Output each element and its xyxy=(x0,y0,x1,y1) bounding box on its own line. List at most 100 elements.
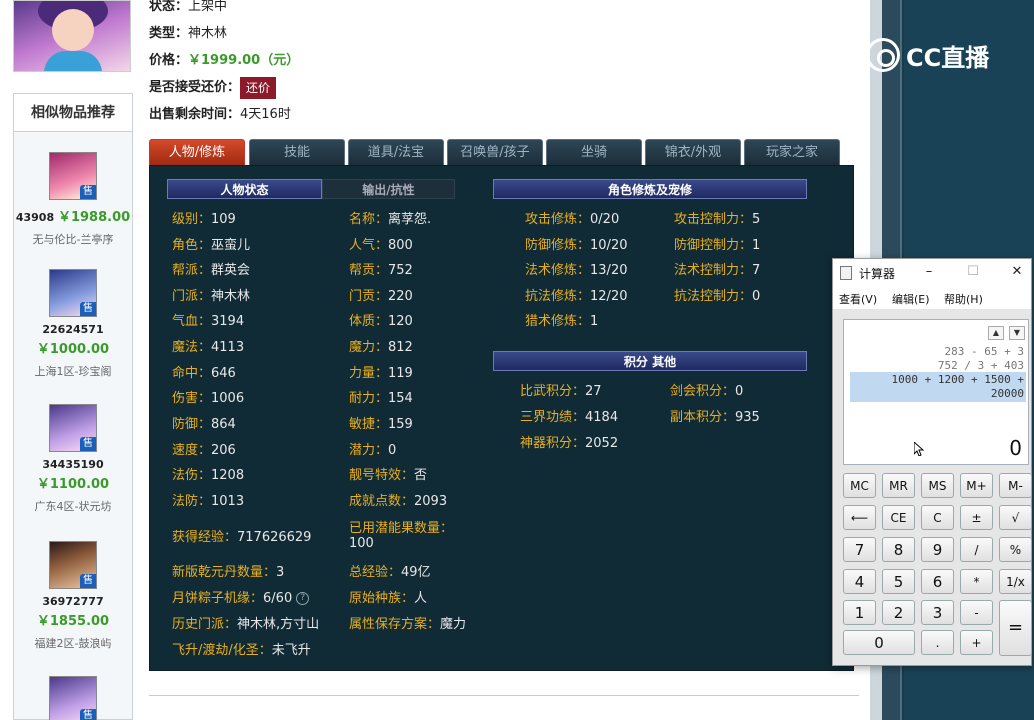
close-icon[interactable]: ✕ xyxy=(1007,263,1027,281)
stat-label: 总经验： xyxy=(349,565,402,580)
stat-label: 魔法： xyxy=(172,340,212,355)
history-line[interactable]: 20000 xyxy=(991,387,1024,400)
stat-label: 力量： xyxy=(349,366,389,381)
haggle-button[interactable]: 还价 xyxy=(240,76,277,99)
tab-mounts[interactable]: 坐骑 xyxy=(546,139,642,165)
stat-row: 角色：巫蛮儿 xyxy=(172,234,250,253)
key-add-button[interactable]: + xyxy=(960,630,993,655)
list-item[interactable]: 售 22624571 ￥1000.00 上海1区-珍宝阁 xyxy=(14,269,132,379)
item-id: 34435190 xyxy=(42,458,104,471)
stat-row: 抗法控制力：0 xyxy=(674,285,760,304)
item-server[interactable]: 广东4区-状元坊 xyxy=(14,498,132,514)
menu-view[interactable]: 查看(V) xyxy=(839,291,877,307)
stat-value: 人 xyxy=(414,591,428,606)
stat-label: 比武积分： xyxy=(520,384,586,399)
key-7-button[interactable]: 7 xyxy=(843,537,876,562)
tab-character[interactable]: 人物/修炼 xyxy=(149,139,245,165)
item-thumbnail[interactable]: 售 xyxy=(49,676,97,720)
list-item[interactable]: 售 36972777 ￥1855.00 福建2区-鼓浪屿 xyxy=(14,541,132,651)
calculator-result: 0 xyxy=(1009,436,1022,460)
calculator-icon xyxy=(840,266,852,280)
key-3-button[interactable]: 3 xyxy=(921,600,954,625)
history-line[interactable]: 1000 + 1200 + 1500 + xyxy=(892,373,1024,386)
stat-value: 12/20 xyxy=(590,289,628,304)
key-8-button[interactable]: 8 xyxy=(882,537,915,562)
key-backspace-button[interactable]: ⟵ xyxy=(843,505,876,530)
stat-value: 1013 xyxy=(211,494,245,509)
character-avatar xyxy=(13,0,131,72)
key-negate-button[interactable]: ± xyxy=(960,505,993,530)
stat-row: 获得经验：717626629 xyxy=(172,526,311,545)
key-equals-button[interactable]: = xyxy=(999,600,1032,656)
stat-value: 120 xyxy=(388,314,413,329)
key-9-button[interactable]: 9 xyxy=(921,537,954,562)
history-up-icon[interactable]: ▲ xyxy=(988,326,1004,340)
key-multiply-button[interactable]: * xyxy=(960,569,993,594)
stat-row: 法术控制力：7 xyxy=(674,259,760,278)
stat-value: 3 xyxy=(276,565,285,580)
stat-row: 靓号特效：否 xyxy=(349,464,427,483)
list-item[interactable]: 售 34435190 ￥1100.00 广东4区-状元坊 xyxy=(14,404,132,514)
key-decimal-button[interactable]: . xyxy=(921,630,954,655)
item-thumbnail[interactable]: 售 xyxy=(49,152,97,200)
tab-outfits[interactable]: 锦衣/外观 xyxy=(645,139,741,165)
item-thumbnail[interactable]: 售 xyxy=(49,541,97,589)
key-m-minus-button[interactable]: M- xyxy=(999,473,1032,498)
key-clear-button[interactable]: C xyxy=(921,505,954,530)
key-0-button[interactable]: 0 xyxy=(843,630,915,655)
minimize-icon[interactable]: – xyxy=(919,263,939,281)
menu-edit[interactable]: 编辑(E) xyxy=(892,291,930,307)
key-5-button[interactable]: 5 xyxy=(882,569,915,594)
item-price: ￥1100.00 xyxy=(36,477,110,492)
list-item[interactable]: 售 43908 ￥1988.00 无与伦比-兰亭序 xyxy=(14,152,132,247)
haggle-label: 是否接受还价： xyxy=(149,80,241,95)
key-4-button[interactable]: 4 xyxy=(843,569,876,594)
key-clear-entry-button[interactable]: CE xyxy=(882,505,915,530)
history-line[interactable]: 283 - 65 + 3 xyxy=(945,345,1024,358)
key-divide-button[interactable]: / xyxy=(960,537,993,562)
history-line[interactable]: 752 / 3 + 403 xyxy=(938,359,1024,372)
tab-items[interactable]: 道具/法宝 xyxy=(348,139,444,165)
calculator-window: 计算器 – ☐ ✕ 查看(V) 编辑(E) 帮助(H) ▲ ▼ 283 - 65… xyxy=(832,258,1032,666)
stat-row: 魔力：812 xyxy=(349,336,413,355)
type-value: 神木林 xyxy=(188,26,228,41)
section-attack-resist[interactable]: 输出/抗性 xyxy=(322,179,455,199)
item-server[interactable]: 上海1区-珍宝阁 xyxy=(14,363,132,379)
key-sqrt-button[interactable]: √ xyxy=(999,505,1032,530)
key-m-plus-button[interactable]: M+ xyxy=(960,473,993,498)
calculator-titlebar[interactable]: 计算器 – ☐ ✕ xyxy=(833,259,1031,287)
key-mc-button[interactable]: MC xyxy=(843,473,876,498)
stat-row: 帮派：群英会 xyxy=(172,259,250,278)
stat-label: 伤害： xyxy=(172,391,212,406)
key-percent-button[interactable]: % xyxy=(999,537,1032,562)
key-2-button[interactable]: 2 xyxy=(882,600,915,625)
tab-summons[interactable]: 召唤兽/孩子 xyxy=(447,139,543,165)
tab-skills[interactable]: 技能 xyxy=(249,139,345,165)
history-down-icon[interactable]: ▼ xyxy=(1009,326,1025,340)
tab-home[interactable]: 玩家之家 xyxy=(744,139,840,165)
status-value: 上架中 xyxy=(188,0,228,14)
menu-help[interactable]: 帮助(H) xyxy=(944,291,983,307)
stream-logo: CC直播 xyxy=(866,30,1016,80)
stat-value: 6/60 xyxy=(263,591,293,606)
key-1-button[interactable]: 1 xyxy=(843,600,876,625)
section-points: 积分 其他 xyxy=(493,351,807,371)
maximize-icon[interactable]: ☐ xyxy=(963,263,983,281)
stat-label: 防御控制力： xyxy=(674,238,753,253)
key-6-button[interactable]: 6 xyxy=(921,569,954,594)
stat-row: 防御控制力：1 xyxy=(674,234,760,253)
sell-badge: 售 xyxy=(80,437,96,451)
item-server[interactable]: 无与伦比-兰亭序 xyxy=(14,231,132,247)
list-item[interactable]: 售 xyxy=(14,676,132,720)
key-mr-button[interactable]: MR xyxy=(882,473,915,498)
key-reciprocal-button[interactable]: 1/x xyxy=(999,569,1032,594)
help-icon[interactable]: ? xyxy=(296,592,310,605)
section-person-status[interactable]: 人物状态 xyxy=(167,179,322,199)
key-ms-button[interactable]: MS xyxy=(921,473,954,498)
stat-value: 0/20 xyxy=(590,212,620,227)
item-thumbnail[interactable]: 售 xyxy=(49,269,97,317)
similar-items-sidebar: 相似物品推荐 售 43908 ￥1988.00 无与伦比-兰亭序 售 22624… xyxy=(13,93,133,720)
key-subtract-button[interactable]: - xyxy=(960,600,993,625)
item-server[interactable]: 福建2区-鼓浪屿 xyxy=(14,635,132,651)
item-thumbnail[interactable]: 售 xyxy=(49,404,97,452)
